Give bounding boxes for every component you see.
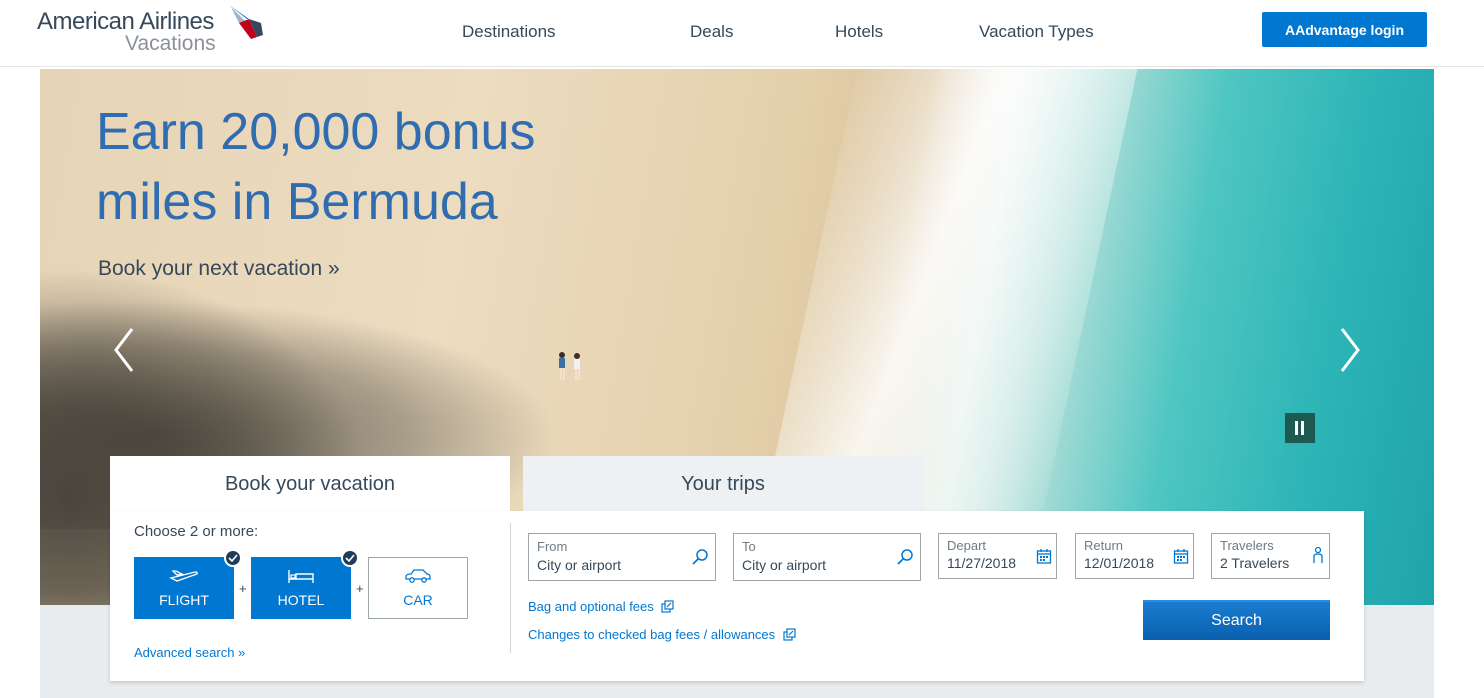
bed-icon	[288, 570, 314, 583]
checkmark-icon	[341, 549, 359, 567]
to-input[interactable]: City or airport	[742, 557, 826, 573]
car-toggle[interactable]: CAR	[368, 557, 468, 619]
tab-your-trips[interactable]: Your trips	[523, 456, 923, 512]
chevron-right-icon[interactable]	[1334, 325, 1364, 375]
site-header: American Airlines Vacations Destinations…	[0, 0, 1484, 67]
external-link-icon	[661, 600, 675, 613]
brand-subname: Vacations	[125, 32, 216, 55]
flight-symbol-icon	[229, 5, 263, 39]
travelers-select[interactable]: 2 Travelers	[1220, 555, 1289, 571]
chevron-left-icon[interactable]	[110, 325, 140, 375]
calendar-icon[interactable]	[1173, 548, 1189, 564]
plus-sign: +	[356, 581, 364, 596]
search-icon	[897, 549, 913, 565]
aadvantage-login-button[interactable]: AAdvantage login	[1262, 12, 1427, 47]
from-field[interactable]: From City or airport	[528, 533, 716, 581]
american-airlines-vacations-logo[interactable]: American Airlines Vacations	[37, 5, 277, 55]
tab-book-your-vacation[interactable]: Book your vacation	[110, 456, 510, 512]
search-button[interactable]: Search	[1143, 600, 1330, 640]
depart-input[interactable]: 11/27/2018	[947, 555, 1016, 571]
person-icon	[1313, 546, 1323, 563]
pause-button[interactable]	[1285, 413, 1315, 443]
pause-icon	[1295, 421, 1304, 435]
panel-divider	[510, 523, 511, 653]
nav-hotels[interactable]: Hotels	[835, 22, 883, 42]
hotel-label: HOTEL	[277, 592, 325, 608]
from-label: From	[537, 539, 568, 554]
beach-walkers-image	[559, 352, 580, 380]
bag-fee-changes-link[interactable]: Changes to checked bag fees / allowances	[528, 627, 796, 642]
nav-deals[interactable]: Deals	[690, 22, 733, 42]
calendar-icon[interactable]	[1036, 548, 1052, 564]
car-label: CAR	[403, 592, 433, 608]
bag-fees-link[interactable]: Bag and optional fees	[528, 599, 675, 614]
return-field[interactable]: Return 12/01/2018	[1075, 533, 1194, 579]
to-label: To	[742, 539, 756, 554]
search-icon	[692, 549, 708, 565]
advanced-search-link[interactable]: Advanced search »	[134, 645, 245, 660]
book-next-vacation-link[interactable]: Book your next vacation »	[98, 257, 340, 281]
travelers-label: Travelers	[1220, 538, 1274, 553]
depart-field[interactable]: Depart 11/27/2018	[938, 533, 1057, 579]
return-input[interactable]: 12/01/2018	[1084, 555, 1154, 571]
hero-headline[interactable]: Earn 20,000 bonus miles in Bermuda	[96, 97, 656, 237]
nav-vacation-types[interactable]: Vacation Types	[979, 22, 1094, 42]
to-field[interactable]: To City or airport	[733, 533, 921, 581]
choose-products-label: Choose 2 or more:	[134, 523, 259, 540]
nav-destinations[interactable]: Destinations	[462, 22, 556, 42]
from-input[interactable]: City or airport	[537, 557, 621, 573]
bag-fee-changes-label: Changes to checked bag fees / allowances	[528, 627, 776, 642]
flight-label: FLIGHT	[159, 592, 209, 608]
depart-label: Depart	[947, 538, 987, 553]
booking-panel: Choose 2 or more: FLIGHT + HOTEL + CAR A…	[110, 511, 1364, 681]
travelers-field[interactable]: Travelers 2 Travelers	[1211, 533, 1330, 579]
car-icon	[405, 569, 431, 583]
checkmark-icon	[224, 549, 242, 567]
external-link-icon	[783, 628, 796, 641]
plane-icon	[169, 570, 198, 582]
return-label: Return	[1084, 538, 1124, 553]
bag-fees-label: Bag and optional fees	[528, 599, 654, 614]
plus-sign: +	[239, 581, 247, 596]
hotel-toggle[interactable]: HOTEL	[251, 549, 359, 619]
flight-toggle[interactable]: FLIGHT	[134, 549, 242, 619]
